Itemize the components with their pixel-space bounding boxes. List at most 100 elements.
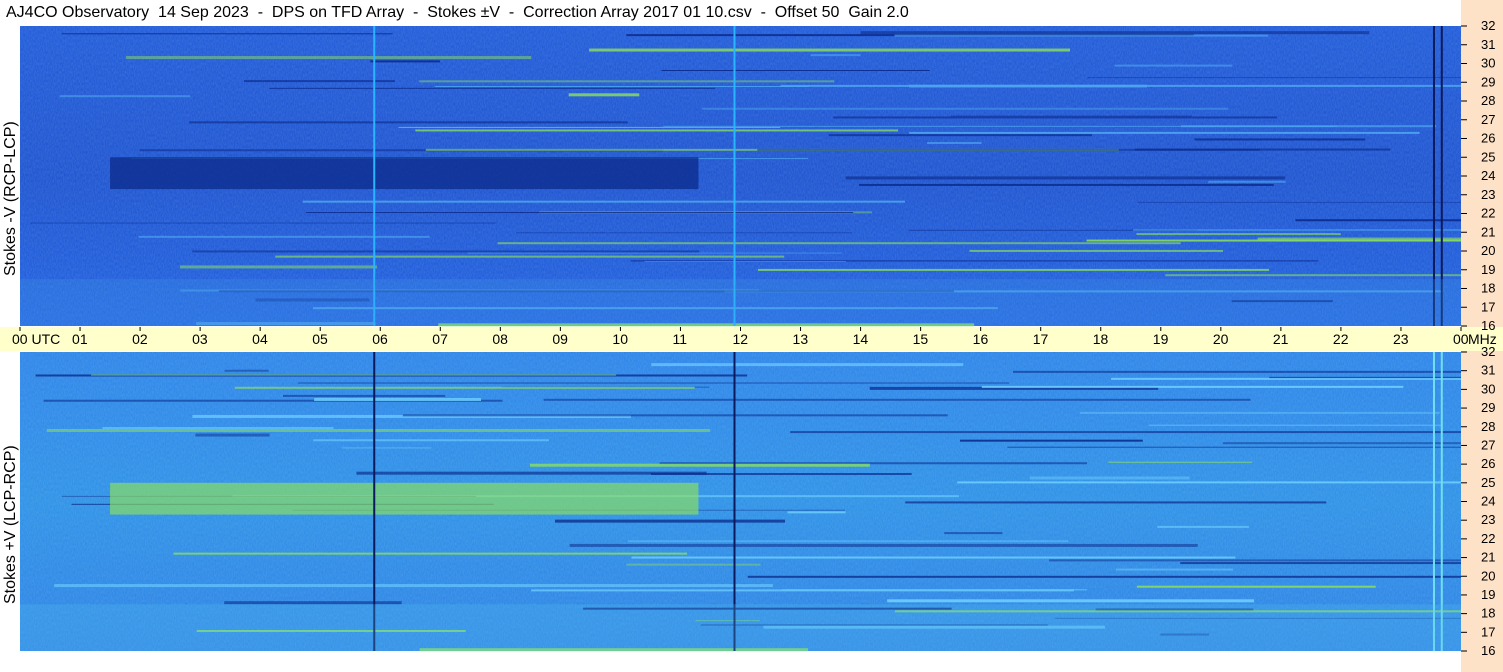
interference-streak bbox=[402, 414, 948, 417]
interference-streak bbox=[747, 575, 1461, 578]
interference-streak bbox=[663, 125, 1338, 127]
x-tick-label: 23 bbox=[1393, 331, 1409, 347]
interference-streak bbox=[833, 116, 1278, 119]
interference-streak bbox=[1148, 424, 1443, 426]
x-tick-label: 08 bbox=[492, 331, 508, 347]
y-tick-label: 18 bbox=[1481, 281, 1495, 296]
x-tick-label: 21 bbox=[1273, 331, 1289, 347]
interference-streak bbox=[497, 242, 1181, 245]
y-tick-label: 27 bbox=[1481, 437, 1495, 452]
interference-streak bbox=[1111, 377, 1461, 380]
interference-streak bbox=[894, 34, 1269, 37]
x-tick-label: 00 UTC bbox=[12, 331, 60, 347]
interference-streak bbox=[46, 428, 711, 432]
x-tick-label: 05 bbox=[312, 331, 328, 347]
y-tick-label: 19 bbox=[1481, 262, 1495, 277]
y-tick-label: 17 bbox=[1481, 299, 1495, 314]
y-tick-label: 19 bbox=[1481, 587, 1495, 602]
interference-streak bbox=[969, 249, 1224, 252]
interference-streak bbox=[269, 87, 716, 89]
interference-streak bbox=[30, 222, 497, 224]
y-tick-label: 31 bbox=[1481, 37, 1495, 52]
y-tick-label: 30 bbox=[1481, 56, 1495, 71]
interference-streak bbox=[957, 481, 1461, 484]
x-tick-label: 01 bbox=[72, 331, 88, 347]
interference-streak bbox=[126, 56, 532, 60]
interference-streak bbox=[1114, 64, 1233, 67]
interference-streak bbox=[1137, 201, 1461, 203]
interference-streak bbox=[179, 265, 378, 269]
y-tick-label: 25 bbox=[1481, 149, 1495, 164]
interference-streak bbox=[283, 394, 446, 397]
interference-streak bbox=[1108, 461, 1253, 463]
top-spectrogram-panel bbox=[20, 26, 1461, 327]
bottom-y-ticks: 3231302928272625242322212019181716 bbox=[1461, 344, 1495, 658]
y-tick-label: 22 bbox=[1481, 531, 1495, 546]
interference-streak bbox=[1012, 370, 1461, 373]
interference-streak bbox=[828, 134, 1093, 137]
interference-streak bbox=[234, 386, 695, 389]
y-tick-label: 26 bbox=[1481, 456, 1495, 471]
x-tick-label: 03 bbox=[192, 331, 208, 347]
y-tick-label: 18 bbox=[1481, 606, 1495, 621]
interference-streak bbox=[887, 599, 1255, 603]
x-tick-label: 04 bbox=[252, 331, 268, 347]
interference-streak bbox=[555, 519, 786, 523]
interference-streak bbox=[1157, 525, 1249, 528]
interference-streak bbox=[1116, 568, 1234, 571]
interference-streak bbox=[905, 501, 1327, 504]
interference-streak bbox=[59, 95, 191, 98]
interference-streak bbox=[1136, 585, 1376, 588]
x-tick-label: 11 bbox=[672, 331, 687, 347]
x-tick-label: 22 bbox=[1333, 331, 1349, 347]
x-tick-label: 17 bbox=[1033, 331, 1049, 347]
interference-streak bbox=[305, 212, 854, 214]
x-tick-label: 00 bbox=[1453, 331, 1469, 347]
x-tick-label: 16 bbox=[973, 331, 989, 347]
interference-streak bbox=[529, 463, 870, 467]
interference-streak bbox=[1165, 274, 1461, 277]
interference-streak bbox=[569, 543, 1198, 547]
interference-streak bbox=[415, 129, 899, 132]
low-band-region bbox=[20, 279, 1461, 326]
x-tick-label: 02 bbox=[132, 331, 148, 347]
interference-streak bbox=[297, 382, 1010, 384]
interference-streak bbox=[927, 142, 982, 145]
top-y-ticks: 3231302928272625242322212019181716 bbox=[1461, 18, 1495, 333]
interference-streak bbox=[342, 447, 432, 449]
interference-streak bbox=[1133, 229, 1461, 232]
interference-streak bbox=[195, 433, 270, 437]
interference-streak bbox=[631, 556, 1236, 559]
interference-streak bbox=[91, 374, 616, 376]
x-tick-label: 13 bbox=[793, 331, 809, 347]
low-band-region bbox=[20, 604, 1461, 651]
interference-streak bbox=[419, 80, 835, 83]
interference-streak bbox=[1180, 562, 1461, 565]
y-tick-label: 27 bbox=[1481, 112, 1495, 127]
interference-streak bbox=[790, 431, 1461, 434]
y-tick-label: 28 bbox=[1481, 93, 1495, 108]
y-tick-label: 29 bbox=[1481, 74, 1495, 89]
bright-emission-block bbox=[110, 482, 699, 515]
interference-streak bbox=[192, 250, 700, 253]
interference-streak bbox=[644, 261, 846, 263]
y-tick-label: 21 bbox=[1481, 224, 1495, 239]
x-tick-label: 19 bbox=[1153, 331, 1169, 347]
y-tick-label: 30 bbox=[1481, 381, 1495, 396]
interference-streak bbox=[845, 176, 1285, 180]
interference-streak bbox=[944, 532, 1003, 535]
y-tick-label: 25 bbox=[1481, 475, 1495, 490]
y-tick-label: 26 bbox=[1481, 131, 1495, 146]
interference-streak bbox=[950, 115, 1192, 117]
interference-streak bbox=[628, 540, 1069, 543]
interference-streak bbox=[1194, 138, 1366, 141]
x-tick-label: 14 bbox=[853, 331, 869, 347]
interference-streak bbox=[543, 398, 1251, 401]
interference-streak bbox=[314, 398, 482, 402]
x-tick-label: 07 bbox=[432, 331, 448, 347]
interference-streak bbox=[650, 473, 912, 476]
y-tick-label: 23 bbox=[1481, 512, 1495, 527]
interference-streak bbox=[54, 584, 773, 588]
x-tick-label: 06 bbox=[372, 331, 388, 347]
interference-streak bbox=[370, 60, 441, 63]
